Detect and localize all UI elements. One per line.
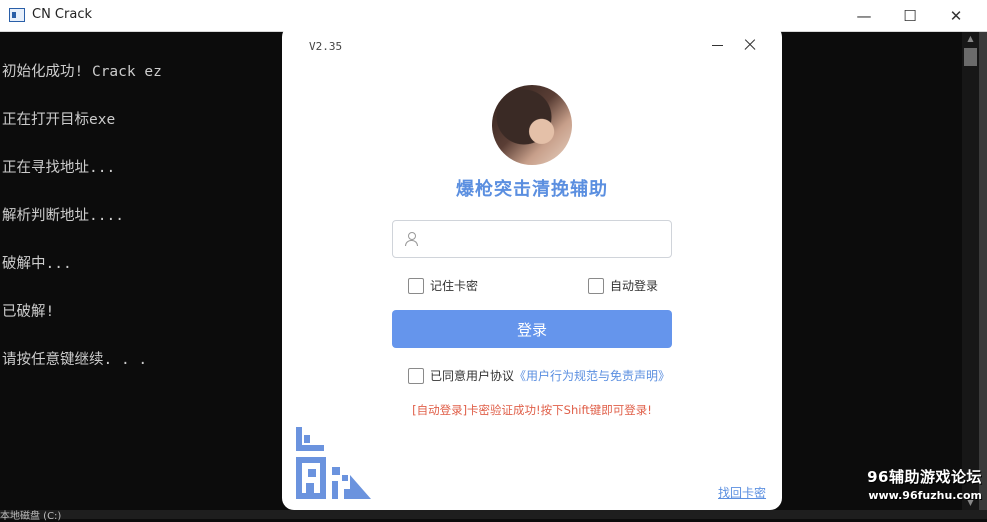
checkbox-box[interactable] <box>408 367 424 384</box>
console-app-icon <box>9 8 25 22</box>
user-icon <box>405 232 418 246</box>
login-dialog: V2.35 爆枪突击清挽辅助 记住卡密 自动登录 登录 已同意用户协议 《用户行… <box>282 25 782 510</box>
watermark: 96辅助游戏论坛 www.96fuzhu.com <box>860 466 982 502</box>
watermark-url: www.96fuzhu.com <box>868 489 982 502</box>
app-brand-title: 爆枪突击清挽辅助 <box>456 179 608 200</box>
taskbar: 本地磁盘 (C:) <box>0 510 987 522</box>
scroll-up-icon[interactable]: ▲ <box>962 32 979 46</box>
auto-login-label: 自动登录 <box>610 279 659 293</box>
dialog-minimize-icon[interactable] <box>710 37 726 53</box>
find-card-key-link[interactable]: 找回卡密 <box>718 484 766 501</box>
remember-card-label: 记住卡密 <box>430 279 479 293</box>
qr-code-icon <box>296 427 371 499</box>
checkbox-box[interactable] <box>408 277 424 294</box>
console-close-button[interactable]: ✕ <box>933 0 979 31</box>
console-line: 初始化成功! Crack ez <box>2 64 162 80</box>
avatar <box>492 85 572 165</box>
console-title: CN Crack <box>32 7 92 22</box>
watermark-title: 96辅助游戏论坛 <box>867 468 982 486</box>
remember-card-checkbox[interactable]: 记住卡密 <box>408 277 478 294</box>
status-message: [自动登录]卡密验证成功!按下Shift键即可登录! <box>412 403 652 417</box>
agree-terms-label: 已同意用户协议 <box>430 369 515 383</box>
console-output: 初始化成功! Crack ez 正在打开目标exe 正在寻找地址... 解析判断… <box>2 32 162 400</box>
card-key-input[interactable] <box>427 225 661 253</box>
agree-terms-checkbox[interactable]: 已同意用户协议 《用户行为规范与免责声明》 <box>408 367 670 384</box>
scrollbar-thumb[interactable] <box>964 48 977 66</box>
taskbar-drive-label: 本地磁盘 (C:) <box>0 511 62 522</box>
console-maximize-button[interactable]: ☐ <box>887 0 933 31</box>
version-label: V2.35 <box>309 40 343 53</box>
terms-link[interactable]: 《用户行为规范与免责声明》 <box>514 367 670 384</box>
background-window-edge <box>979 32 987 519</box>
login-button[interactable]: 登录 <box>392 310 672 348</box>
console-minimize-button[interactable]: — <box>841 0 887 31</box>
card-key-field[interactable] <box>392 220 672 258</box>
console-line: 解析判断地址.... <box>2 208 124 224</box>
console-line: 正在打开目标exe <box>2 112 116 128</box>
checkbox-box[interactable] <box>588 277 604 294</box>
console-line: 正在寻找地址... <box>2 160 116 176</box>
console-line: 已破解! <box>2 304 55 320</box>
auto-login-checkbox[interactable]: 自动登录 <box>588 277 658 294</box>
console-scrollbar[interactable]: ▲ ▼ <box>962 32 979 510</box>
console-line: 破解中... <box>2 256 72 272</box>
console-line: 请按任意键继续. . . <box>2 352 148 368</box>
dialog-close-icon[interactable] <box>742 37 758 53</box>
